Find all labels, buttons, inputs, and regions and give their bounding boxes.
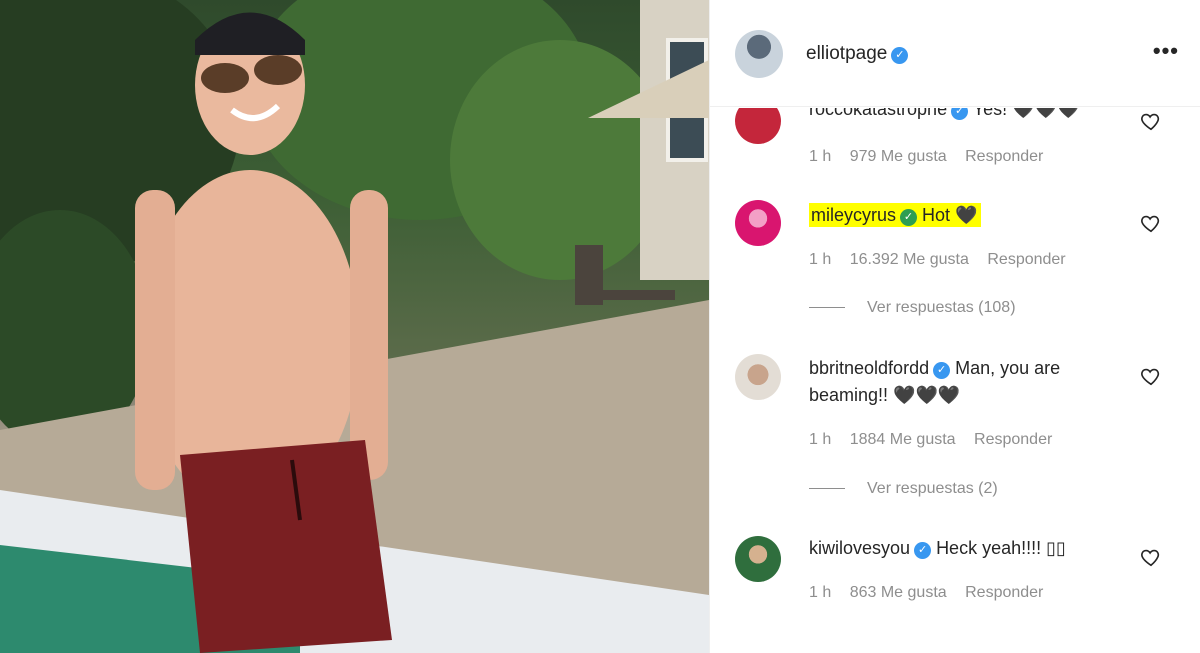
comment-meta: 1 h 979 Me gusta Responder: [809, 148, 1057, 166]
author-username[interactable]: elliotpage: [806, 43, 887, 64]
comment-avatar[interactable]: [735, 354, 781, 400]
comments-list: roccokatastrophe ✓ Yes! 🖤🖤🖤 1 h 979 Me gu…: [710, 108, 1200, 653]
view-replies-button[interactable]: Ver respuestas (108): [809, 299, 1016, 317]
comment-meta: 1 h 863 Me gusta Responder: [809, 584, 1057, 602]
like-heart-icon[interactable]: [1140, 212, 1162, 234]
comment-item: kiwilovesyou ✓ Heck yeah!!!! ▯▯ 1 h 863 M…: [710, 534, 1200, 624]
comment-meta: 1 h 1884 Me gusta Responder: [809, 431, 1066, 449]
comment-time[interactable]: 1 h: [809, 251, 831, 268]
comment-item: mileycyrus ✓ Hot 🖤 1 h 16.392 Me gusta Re…: [710, 196, 1200, 321]
highlighted-comment: mileycyrus ✓ Hot 🖤: [809, 203, 982, 227]
comment-time[interactable]: 1 h: [809, 584, 831, 601]
comment-username[interactable]: kiwilovesyou: [809, 538, 910, 558]
view-replies-label[interactable]: Ver respuestas (2): [867, 480, 998, 497]
verified-badge-icon: ✓: [914, 542, 932, 559]
like-heart-icon[interactable]: [1140, 365, 1162, 387]
comment-avatar[interactable]: [735, 108, 781, 144]
verified-badge-icon: ✓: [951, 108, 969, 120]
replies-divider: [809, 307, 845, 309]
comment-username[interactable]: mileycyrus: [811, 205, 896, 225]
comment-meta: 1 h 16.392 Me gusta Responder: [809, 251, 1080, 269]
reply-button[interactable]: Responder: [965, 148, 1043, 165]
comment-time[interactable]: 1 h: [809, 431, 831, 448]
reply-button[interactable]: Responder: [987, 251, 1065, 268]
comment-username[interactable]: bbritneoldfordd: [809, 358, 929, 378]
reply-button[interactable]: Responder: [974, 431, 1052, 448]
comment-time[interactable]: 1 h: [809, 148, 831, 165]
comment-body: Yes! 🖤🖤🖤: [972, 108, 1080, 119]
author-name[interactable]: elliotpage ✓: [806, 43, 909, 65]
comment-item: bbritneoldfordd ✓ Man, you are beaming!! …: [710, 352, 1200, 502]
comment-text: mileycyrus ✓ Hot 🖤: [809, 202, 1129, 229]
post-photo-illustration: [0, 0, 709, 653]
replies-divider: [809, 488, 845, 490]
post-header: elliotpage ✓ •••: [710, 0, 1200, 107]
comment-likes[interactable]: 863 Me gusta: [850, 584, 947, 601]
comment-item: roccokatastrophe ✓ Yes! 🖤🖤🖤 1 h 979 Me gu…: [710, 108, 1200, 182]
like-heart-icon[interactable]: [1140, 110, 1162, 132]
comment-likes[interactable]: 16.392 Me gusta: [850, 251, 969, 268]
like-heart-icon[interactable]: [1140, 546, 1162, 568]
verified-badge-icon: ✓: [900, 209, 918, 226]
comment-avatar[interactable]: [735, 200, 781, 246]
author-avatar[interactable]: [735, 30, 783, 78]
comment-likes[interactable]: 1884 Me gusta: [850, 431, 956, 448]
comment-text: bbritneoldfordd ✓ Man, you are beaming!! …: [809, 355, 1129, 409]
comment-username[interactable]: roccokatastrophe: [809, 108, 947, 119]
comment-body: Heck yeah!!!! ▯▯: [936, 538, 1066, 558]
reply-button[interactable]: Responder: [965, 584, 1043, 601]
comments-panel: elliotpage ✓ ••• roccokatastrophe ✓ Yes! 🖤…: [709, 0, 1200, 653]
comment-avatar[interactable]: [735, 536, 781, 582]
verified-badge-icon: ✓: [891, 47, 909, 64]
more-options-icon[interactable]: •••: [1153, 38, 1179, 64]
comment-body: Hot 🖤: [922, 205, 978, 225]
post-photo: [0, 0, 709, 653]
comment-text: roccokatastrophe ✓ Yes! 🖤🖤🖤: [809, 108, 1129, 123]
verified-badge-icon: ✓: [933, 362, 951, 379]
view-replies-label[interactable]: Ver respuestas (108): [867, 299, 1016, 316]
view-replies-button[interactable]: Ver respuestas (2): [809, 480, 998, 498]
comment-likes[interactable]: 979 Me gusta: [850, 148, 947, 165]
comment-text: kiwilovesyou ✓ Heck yeah!!!! ▯▯: [809, 535, 1129, 562]
